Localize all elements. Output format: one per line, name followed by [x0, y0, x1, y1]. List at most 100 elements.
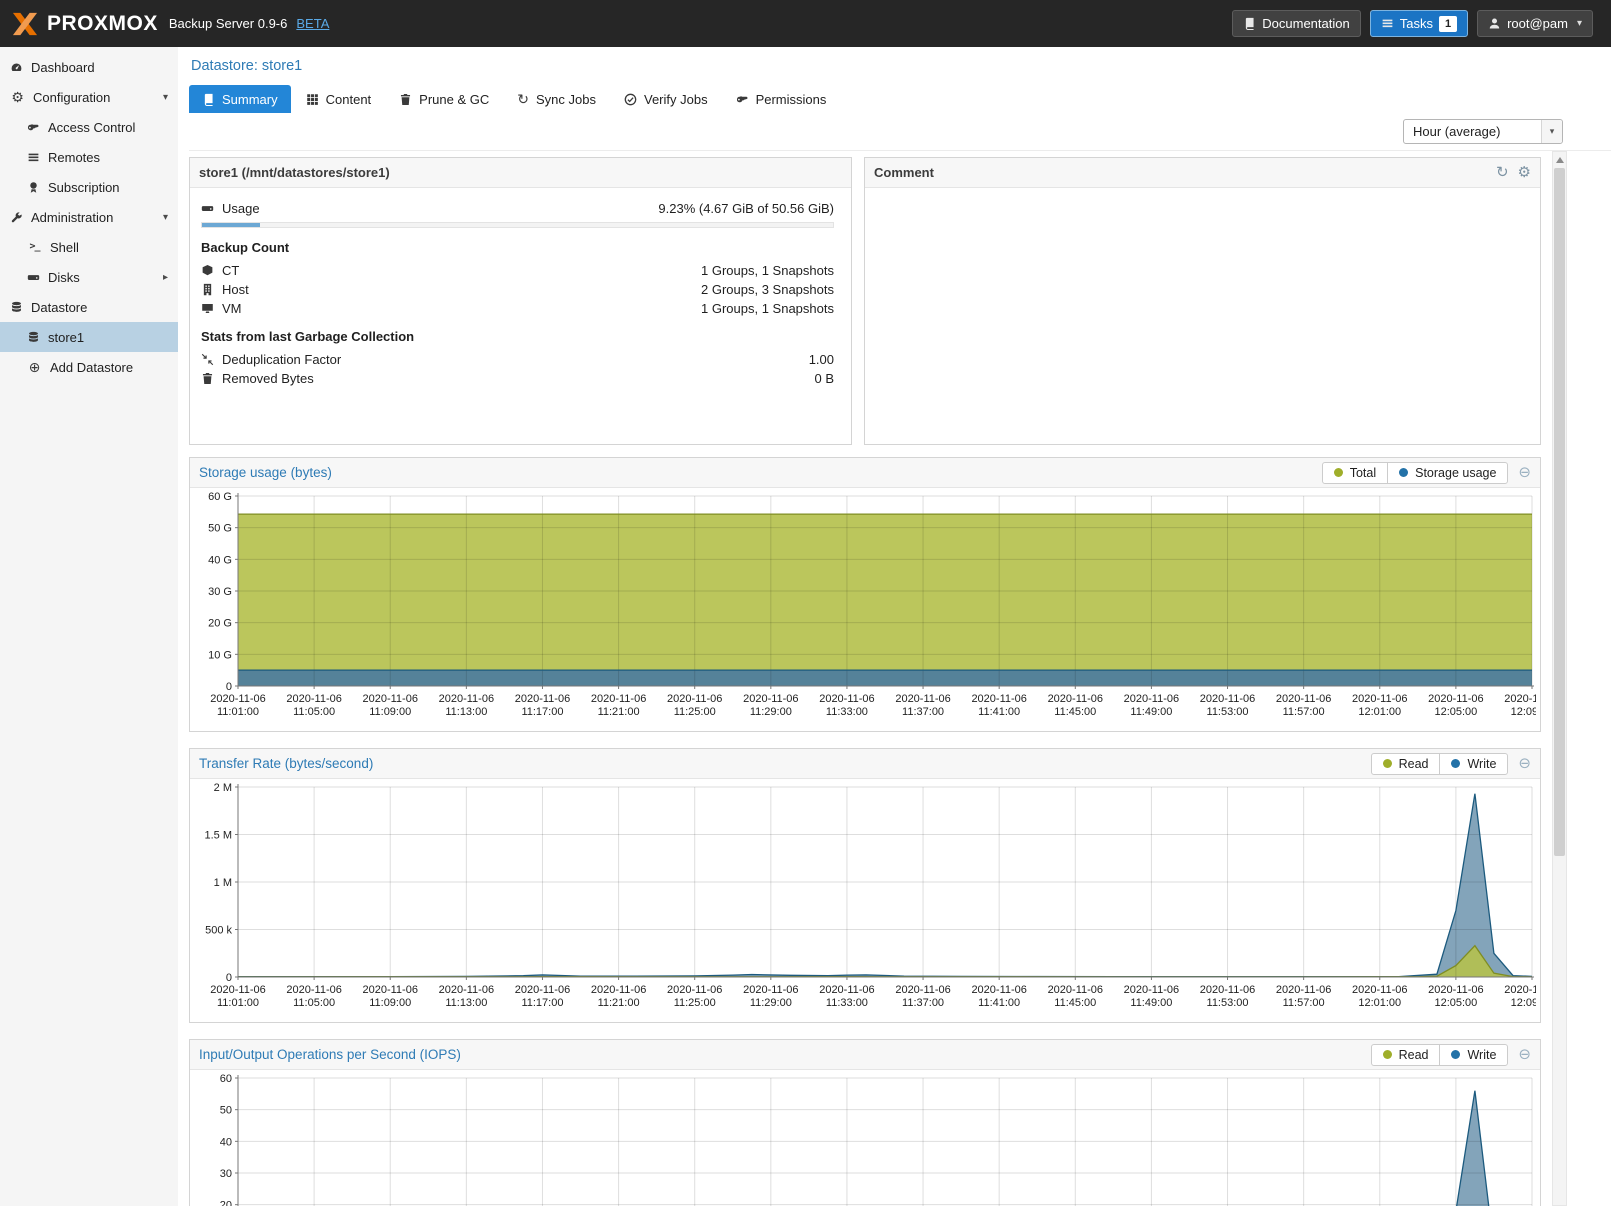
sidebar-item-access-control[interactable]: Access Control: [0, 112, 178, 142]
reload-icon[interactable]: ↻: [1496, 165, 1509, 180]
svg-text:11:49:00: 11:49:00: [1130, 706, 1172, 718]
tasks-button[interactable]: Tasks 1: [1370, 10, 1468, 37]
user-menu-button[interactable]: root@pam ▾: [1477, 10, 1593, 37]
svg-text:11:37:00: 11:37:00: [902, 706, 944, 718]
collapse-icon[interactable]: ⊖: [1518, 1047, 1531, 1062]
legend-item-write[interactable]: Write: [1439, 754, 1507, 774]
svg-text:2020-11-06: 2020-11-06: [1504, 984, 1536, 996]
usage-row: Usage 9.23% (4.67 GiB of 50.56 GiB): [201, 199, 834, 218]
usage-progress-fill: [202, 223, 260, 227]
tab-prune-gc[interactable]: Prune & GC: [386, 85, 502, 113]
svg-text:2020-11-06: 2020-11-06: [971, 693, 1026, 705]
svg-text:2020-11-06: 2020-11-06: [363, 693, 418, 705]
scroll-up-arrow[interactable]: [1553, 152, 1566, 167]
svg-text:11:25:00: 11:25:00: [674, 997, 716, 1009]
transfer-rate-chart-panel: Transfer Rate (bytes/second) Read Write: [189, 748, 1541, 1023]
svg-text:2020-11-06: 2020-11-06: [667, 693, 722, 705]
svg-text:2020-11-06: 2020-11-06: [819, 693, 874, 705]
tab-verify-jobs[interactable]: Verify Jobs: [611, 85, 721, 113]
collapse-icon[interactable]: ⊖: [1518, 756, 1531, 771]
key-icon: [27, 121, 40, 134]
legend-item-storage-usage[interactable]: Storage usage: [1387, 463, 1507, 483]
gc-row-dedup: Deduplication Factor 1.00: [201, 350, 834, 369]
plus-circle-icon: ⊕: [27, 360, 42, 374]
svg-text:2020-11-06: 2020-11-06: [971, 984, 1026, 996]
sidebar-item-disks[interactable]: Disks ▸: [0, 262, 178, 292]
svg-text:2020-11-06: 2020-11-06: [743, 693, 798, 705]
chevron-down-icon[interactable]: ▾: [163, 92, 168, 103]
chevron-down-icon: ▾: [1541, 120, 1562, 143]
sidebar-item-administration[interactable]: Administration ▾: [0, 202, 178, 232]
legend-item-read[interactable]: Read: [1372, 1045, 1440, 1065]
series-color-dot: [1451, 1050, 1460, 1059]
iops-chart: 01020304050602020-11-0611:01:002020-11-0…: [194, 1072, 1536, 1206]
building-icon: [201, 283, 214, 296]
svg-text:11:25:00: 11:25:00: [674, 706, 716, 718]
sidebar-item-store1[interactable]: store1: [0, 322, 178, 352]
svg-text:2020-11-06: 2020-11-06: [743, 984, 798, 996]
wrench-icon: [10, 211, 23, 224]
gear-icon[interactable]: ⚙: [1518, 165, 1531, 180]
svg-text:2020-11-06: 2020-11-06: [1200, 693, 1255, 705]
sidebar-item-dashboard[interactable]: Dashboard: [0, 52, 178, 82]
svg-text:2020-11-06: 2020-11-06: [1428, 984, 1483, 996]
svg-text:11:53:00: 11:53:00: [1207, 706, 1249, 718]
tab-permissions[interactable]: Permissions: [723, 85, 840, 113]
svg-text:11:41:00: 11:41:00: [978, 706, 1020, 718]
timeframe-select[interactable]: Hour (average) ▾: [1403, 119, 1563, 144]
svg-text:2020-11-06: 2020-11-06: [1200, 984, 1255, 996]
datastore-summary-panel: store1 (/mnt/datastores/store1) Usage 9.…: [189, 157, 852, 445]
legend-item-total[interactable]: Total: [1323, 463, 1387, 483]
gear-icon: ⚙: [10, 90, 25, 104]
sidebar-item-remotes[interactable]: Remotes: [0, 142, 178, 172]
svg-text:30 G: 30 G: [208, 586, 232, 598]
backup-count-row-vm: VM 1 Groups, 1 Snapshots: [201, 299, 834, 318]
comment-body[interactable]: [865, 188, 1540, 209]
documentation-button[interactable]: Documentation: [1232, 10, 1360, 37]
svg-text:2020-11-06: 2020-11-06: [1124, 984, 1179, 996]
trash-icon: [201, 372, 214, 385]
brand: PROXMOX Backup Server 0.9-6 BETA: [10, 11, 329, 37]
svg-text:2020-11-06: 2020-11-06: [286, 693, 341, 705]
sidebar-item-shell[interactable]: >_ Shell: [0, 232, 178, 262]
svg-text:11:21:00: 11:21:00: [598, 706, 640, 718]
storage-usage-chart-panel: Storage usage (bytes) Total Storage usag…: [189, 457, 1541, 732]
book-icon: [1243, 17, 1256, 30]
chevron-down-icon[interactable]: ▾: [163, 212, 168, 223]
legend-item-write[interactable]: Write: [1439, 1045, 1507, 1065]
beta-link[interactable]: BETA: [296, 16, 329, 31]
vertical-scrollbar[interactable]: [1552, 151, 1567, 1206]
svg-text:2020-11-06: 2020-11-06: [591, 984, 646, 996]
svg-text:40 G: 40 G: [208, 554, 232, 566]
series-color-dot: [1399, 468, 1408, 477]
svg-text:40: 40: [220, 1136, 232, 1148]
storage-usage-chart: 010 G20 G30 G40 G50 G60 G2020-11-0611:01…: [194, 490, 1536, 724]
product-name: Backup Server 0.9-6: [169, 16, 288, 31]
svg-text:1 M: 1 M: [214, 877, 232, 889]
sidebar-item-add-datastore[interactable]: ⊕ Add Datastore: [0, 352, 178, 382]
scrollbar-thumb[interactable]: [1554, 168, 1565, 856]
sidebar-item-configuration[interactable]: ⚙ Configuration ▾: [0, 82, 178, 112]
series-color-dot: [1383, 1050, 1392, 1059]
sidebar-item-subscription[interactable]: Subscription: [0, 172, 178, 202]
hdd-icon: [201, 202, 214, 215]
chart-title: Storage usage (bytes): [199, 465, 332, 480]
terminal-icon: >_: [27, 242, 42, 252]
collapse-icon[interactable]: ⊖: [1518, 465, 1531, 480]
list-icon: [27, 151, 40, 164]
svg-text:11:41:00: 11:41:00: [978, 997, 1020, 1009]
svg-text:11:05:00: 11:05:00: [293, 706, 335, 718]
tab-summary[interactable]: Summary: [189, 85, 291, 113]
backup-count-heading: Backup Count: [201, 240, 834, 255]
svg-text:11:57:00: 11:57:00: [1283, 706, 1325, 718]
legend-item-read[interactable]: Read: [1372, 754, 1440, 774]
tab-content[interactable]: Content: [293, 85, 385, 113]
chevron-right-icon[interactable]: ▸: [163, 272, 168, 283]
database-icon: [27, 331, 40, 344]
gc-row-removed-bytes: Removed Bytes 0 B: [201, 369, 834, 388]
sidebar-item-datastore[interactable]: Datastore: [0, 292, 178, 322]
tab-sync-jobs[interactable]: ↻ Sync Jobs: [504, 85, 609, 113]
book-icon: [202, 93, 215, 106]
gc-stats-heading: Stats from last Garbage Collection: [201, 329, 834, 344]
task-list-icon: [1381, 17, 1394, 30]
